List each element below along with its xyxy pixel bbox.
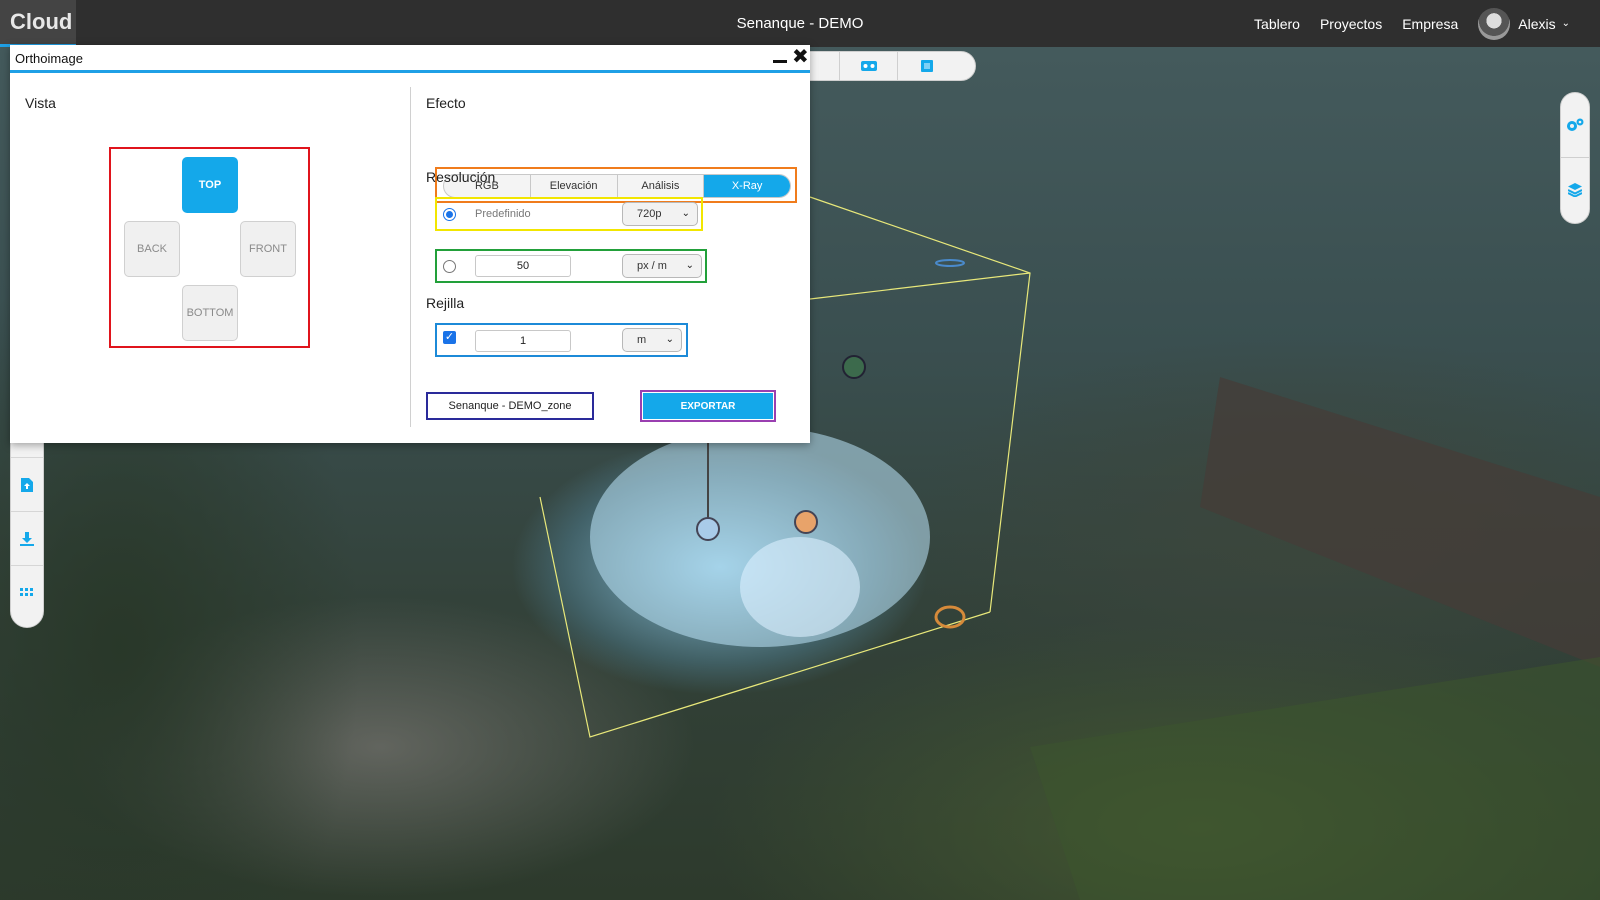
user-name[interactable]: Alexis <box>1518 16 1555 32</box>
monastery-wing <box>1200 377 1600 667</box>
gizmo-handle-blue[interactable] <box>696 517 720 541</box>
cube-view-icon <box>920 60 933 72</box>
view-selector: TOP BACK FRONT BOTTOM <box>109 147 310 348</box>
settings-button[interactable] <box>1561 93 1589 157</box>
lavender-field <box>1030 657 1600 900</box>
resolution-preset-radio[interactable] <box>443 208 456 221</box>
resolution-preset-value: 720p <box>637 208 662 220</box>
top-navbar: Cloud Senanque - DEMO Tablero Proyectos … <box>0 0 1600 47</box>
resolution-preset-select[interactable]: 720p ⌄ <box>622 202 698 226</box>
gizmo-rotate-ring-top[interactable] <box>935 259 965 267</box>
nav-link-empresa[interactable]: Empresa <box>1402 16 1458 32</box>
upload-file-icon <box>21 477 33 492</box>
minimize-icon[interactable] <box>773 60 787 63</box>
upload-file-button[interactable] <box>11 457 43 511</box>
resolution-unit-select[interactable]: px / m ⌄ <box>622 254 702 278</box>
resolution-custom-radio[interactable] <box>443 260 456 273</box>
grid-checkbox[interactable]: ✓ <box>443 331 456 344</box>
dialog-header[interactable]: Orthoimage ✖ <box>10 45 810 73</box>
gizmo-handle-green[interactable] <box>842 355 866 379</box>
user-avatar[interactable] <box>1478 7 1511 40</box>
orthoimage-dialog: Orthoimage ✖ Vista TOP BACK FRONT BOTTOM… <box>10 45 810 443</box>
left-toolbar <box>10 420 44 628</box>
grid-size-input[interactable]: 1 <box>475 330 571 352</box>
effect-tab-xray[interactable]: X-Ray <box>704 175 790 197</box>
layers-button[interactable] <box>1561 157 1589 221</box>
cube-view-button[interactable] <box>897 52 955 80</box>
grid-row: ✓ 1 m ⌄ <box>435 323 688 357</box>
layers-icon <box>1568 182 1582 197</box>
resolucion-label: Resolución <box>426 169 496 185</box>
efecto-label: Efecto <box>426 95 466 111</box>
gears-icon <box>1567 118 1584 131</box>
chevron-down-icon: ⌄ <box>685 260 694 271</box>
view-back-button[interactable]: BACK <box>124 221 180 277</box>
download-button[interactable] <box>11 511 43 565</box>
grid-unit-value: m <box>637 334 647 346</box>
dialog-divider <box>410 87 411 427</box>
export-button[interactable]: EXPORTAR <box>643 393 773 419</box>
rejilla-label: Rejilla <box>426 295 465 311</box>
download-icon <box>20 531 34 546</box>
chevron-down-icon: ⌄ <box>665 334 674 345</box>
building-apse <box>740 537 860 637</box>
apps-grid-button[interactable] <box>11 565 43 619</box>
view-bottom-button[interactable]: BOTTOM <box>182 285 238 341</box>
right-toolbar <box>1560 92 1590 224</box>
effect-tab-elevacion[interactable]: Elevación <box>531 175 618 197</box>
effect-tab-analisis[interactable]: Análisis <box>618 175 705 197</box>
nav-link-tablero[interactable]: Tablero <box>1254 16 1300 32</box>
vista-label: Vista <box>25 95 56 111</box>
export-group: EXPORTAR <box>640 390 776 422</box>
bounding-box-edge <box>809 272 1031 300</box>
resolution-custom-row: 50 px / m ⌄ <box>435 249 707 283</box>
resolution-preset-label: Predefinido <box>475 208 531 220</box>
chevron-down-icon: ⌄ <box>681 208 690 219</box>
resolution-unit-value: px / m <box>637 260 667 272</box>
grid-apps-icon <box>20 588 33 596</box>
resolution-preset-row: Predefinido 720p ⌄ <box>435 197 703 231</box>
gizmo-handle-orange[interactable] <box>794 510 818 534</box>
grid-unit-select[interactable]: m ⌄ <box>622 328 682 352</box>
chevron-down-icon[interactable]: ⌄ <box>1562 18 1570 29</box>
vr-view-button[interactable] <box>839 52 897 80</box>
zone-name-input[interactable]: Senanque - DEMO_zone <box>426 392 594 420</box>
resolution-custom-input[interactable]: 50 <box>475 255 571 277</box>
nav-link-proyectos[interactable]: Proyectos <box>1320 16 1382 32</box>
vr-headset-icon <box>860 61 877 71</box>
view-front-button[interactable]: FRONT <box>240 221 296 277</box>
close-icon[interactable]: ✖ <box>792 46 809 68</box>
dialog-title: Orthoimage <box>15 51 83 66</box>
view-top-button[interactable]: TOP <box>182 157 238 213</box>
main-nav: Tablero Proyectos Empresa Alexis ⌄ <box>1254 0 1600 47</box>
